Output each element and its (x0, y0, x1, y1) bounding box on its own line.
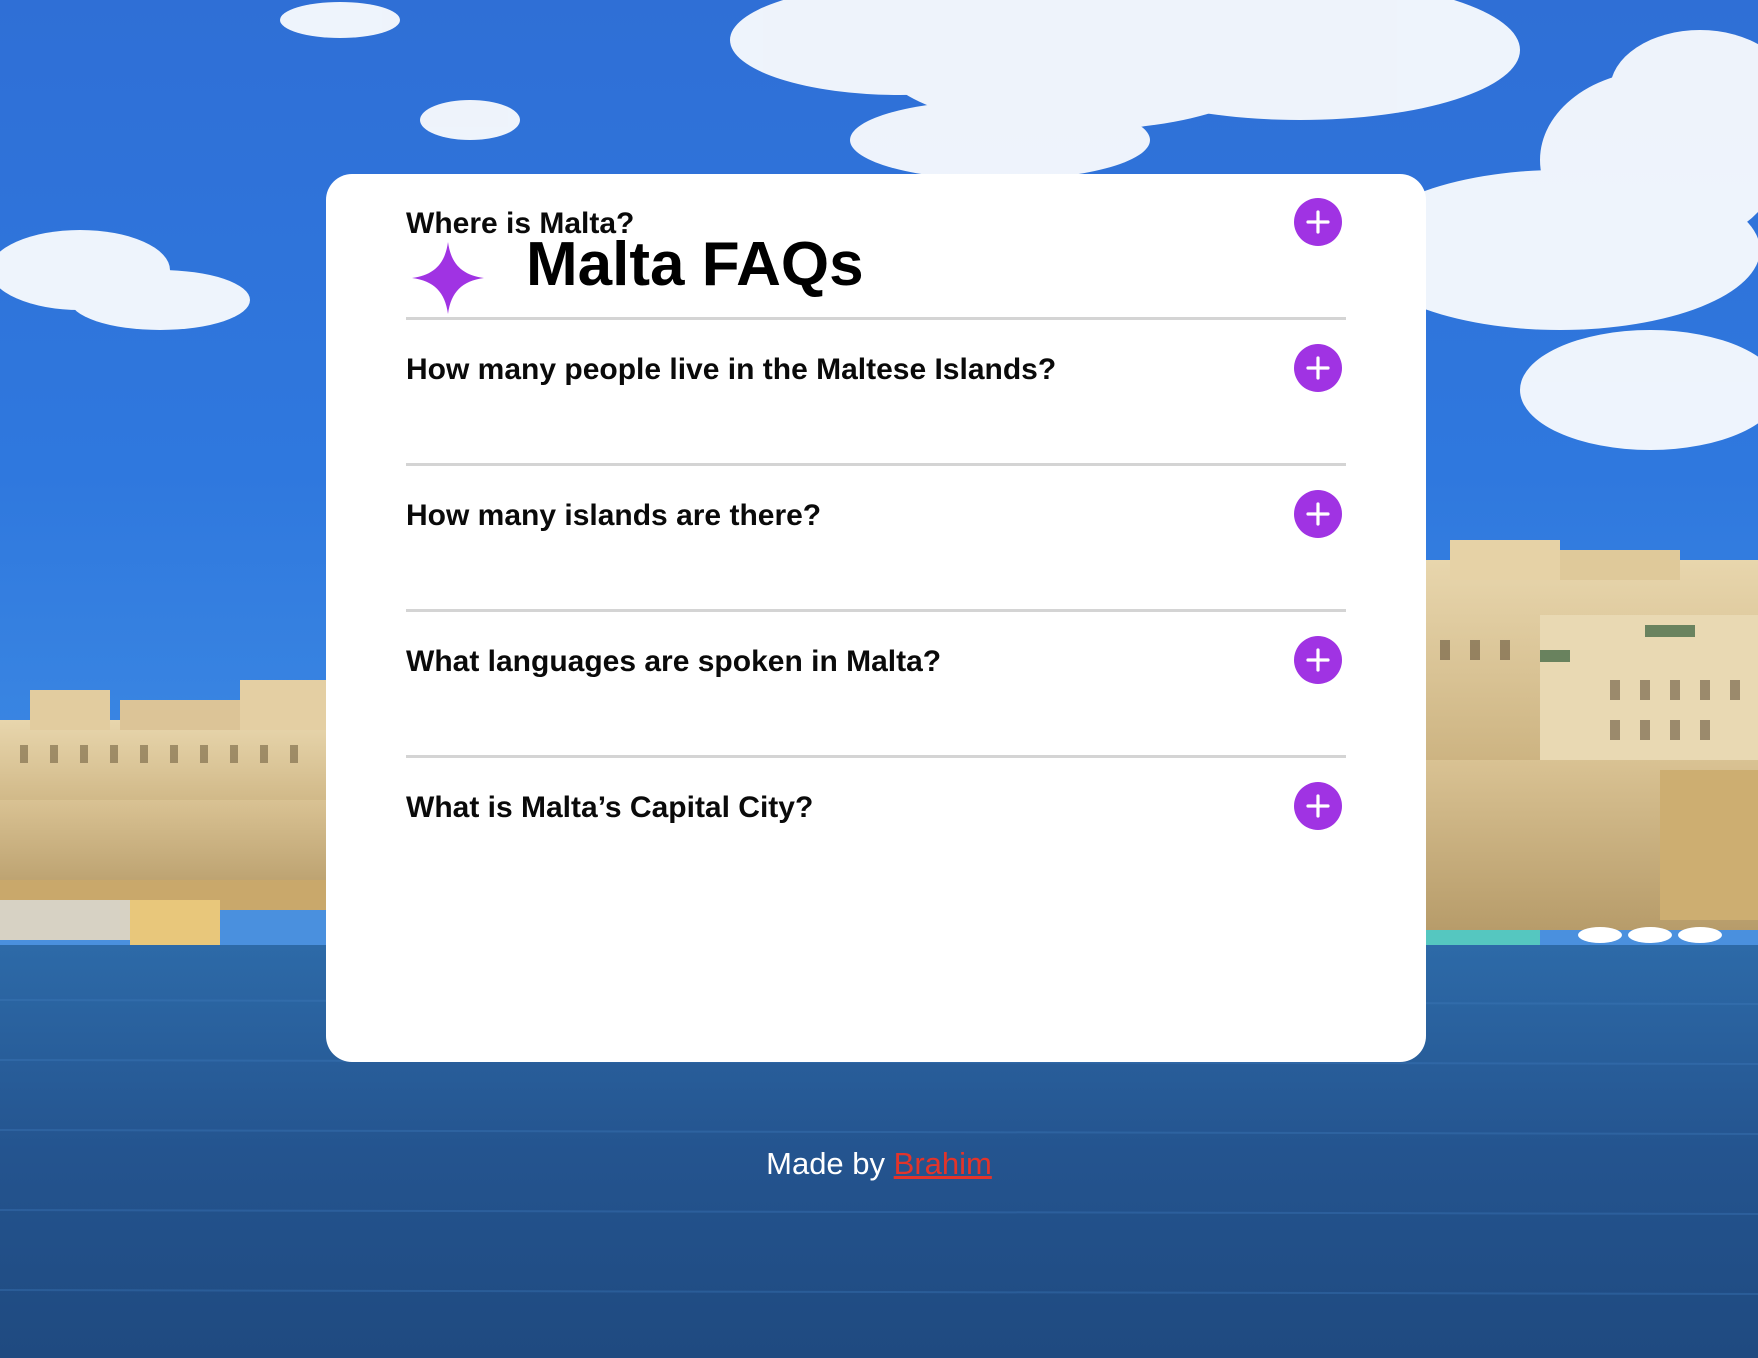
faq-question[interactable]: Where is Malta? (406, 209, 634, 239)
faq-question[interactable]: What languages are spoken in Malta? (406, 647, 941, 677)
faq-list: Where is Malta? How many people live in … (406, 174, 1346, 904)
footer-credit: Made by Brahim (0, 1146, 1758, 1182)
faq-question[interactable]: How many people live in the Maltese Isla… (406, 355, 1056, 385)
faq-item[interactable]: How many people live in the Maltese Isla… (406, 320, 1346, 466)
plus-icon (1306, 356, 1330, 380)
expand-button[interactable] (1294, 344, 1342, 392)
faq-question[interactable]: How many islands are there? (406, 501, 821, 531)
plus-icon (1306, 502, 1330, 526)
expand-button[interactable] (1294, 782, 1342, 830)
faq-item[interactable]: Where is Malta? (406, 174, 1346, 320)
faq-item[interactable]: How many islands are there? (406, 466, 1346, 612)
author-link[interactable]: Brahim (894, 1146, 992, 1181)
faq-item[interactable]: What languages are spoken in Malta? (406, 612, 1346, 758)
footer-prefix: Made by (766, 1146, 886, 1181)
plus-icon (1306, 210, 1330, 234)
expand-button[interactable] (1294, 636, 1342, 684)
plus-icon (1306, 794, 1330, 818)
expand-button[interactable] (1294, 198, 1342, 246)
faq-card: Malta FAQs Where is Malta? How many peop… (326, 174, 1426, 1062)
expand-button[interactable] (1294, 490, 1342, 538)
plus-icon (1306, 648, 1330, 672)
faq-item[interactable]: What is Malta’s Capital City? (406, 758, 1346, 904)
faq-question[interactable]: What is Malta’s Capital City? (406, 793, 813, 823)
